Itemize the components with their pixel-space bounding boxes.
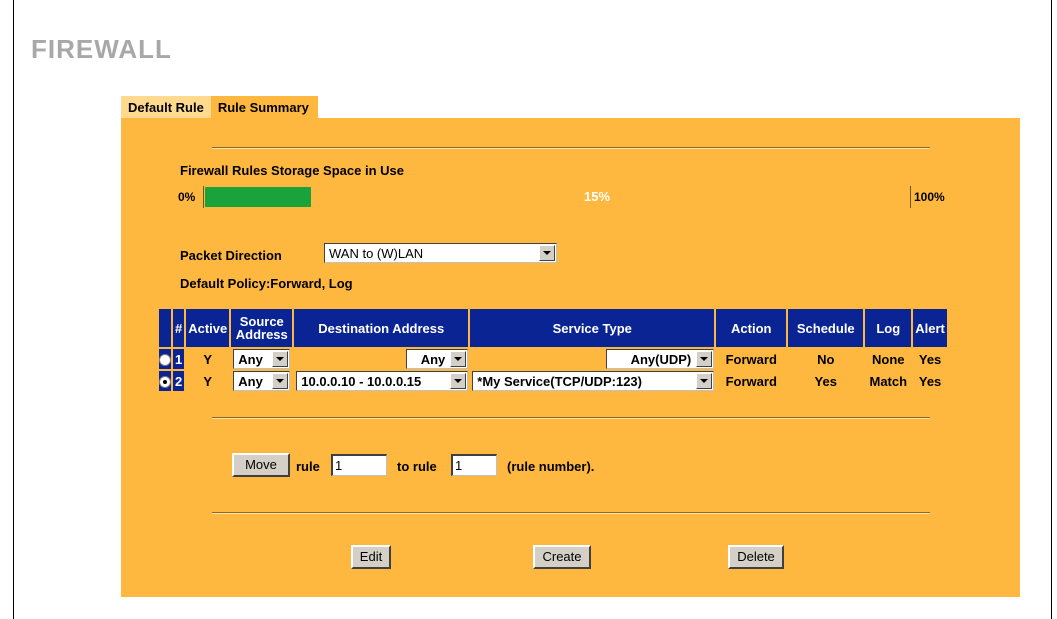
row-number: 1 [173, 349, 185, 369]
header-destination-address: Destination Address [294, 309, 469, 347]
row-log: Match [865, 371, 912, 391]
destination-address-select[interactable]: Any [406, 349, 469, 369]
service-type-select[interactable]: Any(UDP) [606, 349, 715, 369]
header-number: # [173, 309, 185, 347]
header-alert: Alert [913, 309, 947, 347]
destination-address-value: Any [420, 352, 446, 367]
table-row: 2 Y Any 10.0.0.10 - 10.0.0.15 *My Servic… [159, 371, 947, 391]
tab-rule-summary[interactable]: Rule Summary [210, 96, 318, 118]
service-type-value: *My Service(TCP/UDP:123) [477, 374, 642, 389]
table-row: 1 Y Any Any Any(UDP) Forward No None Yes [159, 349, 947, 369]
row-number: 2 [173, 371, 185, 391]
chevron-down-icon [272, 351, 289, 367]
row-source-cell: Any [231, 349, 293, 369]
tab-bar: Default Rule Rule Summary [121, 96, 318, 118]
storage-min-label: 0% [178, 190, 196, 204]
packet-direction-label: Packet Direction [180, 248, 282, 263]
header-action: Action [716, 309, 787, 347]
storage-percent-text: 15% [584, 189, 611, 204]
destination-address-select[interactable]: 10.0.0.10 - 10.0.0.15 [296, 371, 469, 391]
row-alert: Yes [913, 371, 947, 391]
create-button[interactable]: Create [533, 545, 591, 569]
row-select-cell [159, 349, 171, 369]
source-address-value: Any [238, 374, 263, 389]
storage-title: Firewall Rules Storage Space in Use [180, 163, 404, 178]
row-action: Forward [716, 349, 787, 369]
destination-address-value: 10.0.0.10 - 10.0.0.15 [301, 374, 422, 389]
row-active: Y [186, 349, 230, 369]
row-destination-cell: 10.0.0.10 - 10.0.0.15 [294, 371, 469, 391]
header-source-address: Source Address [231, 309, 293, 347]
row-active: Y [186, 371, 230, 391]
move-button[interactable]: Move [232, 453, 290, 477]
row-select-cell [159, 371, 171, 391]
chevron-down-icon [696, 351, 713, 367]
move-rule-label: rule [296, 459, 320, 474]
row-service-cell: *My Service(TCP/UDP:123) [470, 371, 715, 391]
row-select-radio[interactable] [159, 376, 171, 389]
rule-summary-panel: Firewall Rules Storage Space in Use 0% 1… [121, 118, 1020, 597]
divider-top [212, 147, 930, 149]
source-address-value: Any [238, 352, 263, 367]
row-service-cell: Any(UDP) [470, 349, 715, 369]
storage-progress-fill [205, 187, 311, 207]
row-action: Forward [716, 371, 787, 391]
storage-max-label: 100% [914, 190, 945, 204]
packet-direction-select[interactable]: WAN to (W)LAN [324, 243, 557, 263]
header-service-type: Service Type [470, 309, 715, 347]
row-schedule: No [788, 349, 864, 369]
header-log: Log [865, 309, 912, 347]
table-header-row: # Active Source Address Destination Addr… [159, 309, 947, 347]
header-source-line2: Address [235, 327, 288, 342]
chevron-down-icon [696, 373, 713, 389]
row-source-cell: Any [231, 371, 293, 391]
tab-default-rule[interactable]: Default Rule [121, 96, 211, 118]
page-title: FIREWALL [31, 34, 172, 64]
storage-progress-bar: 15% [203, 186, 911, 208]
edit-button[interactable]: Edit [351, 545, 391, 569]
service-type-select[interactable]: *My Service(TCP/UDP:123) [472, 371, 715, 391]
header-radio [159, 309, 171, 347]
frame-border-left [13, 0, 14, 619]
service-type-value: Any(UDP) [630, 352, 692, 367]
move-hint: (rule number). [507, 459, 595, 474]
source-address-select[interactable]: Any [233, 349, 291, 369]
row-select-radio[interactable] [159, 354, 171, 367]
packet-direction-value: WAN to (W)LAN [329, 246, 424, 261]
chevron-down-icon [450, 351, 467, 367]
header-active: Active [186, 309, 230, 347]
row-destination-cell: Any [294, 349, 469, 369]
row-schedule: Yes [788, 371, 864, 391]
chevron-down-icon [539, 245, 555, 261]
default-policy-text: Default Policy:Forward, Log [180, 276, 353, 291]
header-schedule: Schedule [788, 309, 864, 347]
move-to-rule-label: to rule [397, 459, 437, 474]
divider-middle [212, 417, 930, 419]
row-log: None [865, 349, 912, 369]
delete-button[interactable]: Delete [728, 545, 784, 569]
chevron-down-icon [450, 373, 467, 389]
divider-bottom [212, 512, 930, 514]
row-alert: Yes [913, 349, 947, 369]
rules-table: # Active Source Address Destination Addr… [157, 307, 949, 393]
frame-border-right [1051, 0, 1052, 619]
move-from-rule-input[interactable]: 1 [331, 454, 387, 476]
chevron-down-icon [272, 373, 289, 389]
source-address-select[interactable]: Any [233, 371, 291, 391]
move-to-rule-input[interactable]: 1 [451, 454, 497, 476]
